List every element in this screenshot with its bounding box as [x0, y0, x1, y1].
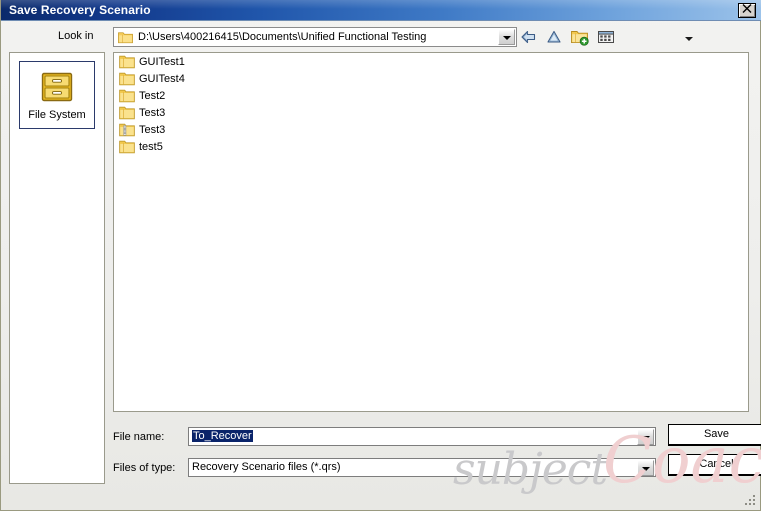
sidebar-item-label: File System [28, 109, 86, 121]
files-of-type-select[interactable]: Recovery Scenario files (*.qrs) [188, 458, 656, 477]
file-list-item-label: Test2 [139, 89, 166, 102]
file-list-item-label: Test3 [139, 106, 166, 119]
close-glyph [742, 4, 752, 13]
screenshot-root: Save Recovery Scenario Look in D:\Users\… [0, 0, 761, 511]
view-list-glyph [598, 31, 614, 43]
back-icon[interactable] [519, 28, 539, 46]
file-list-item[interactable]: Test3 [114, 121, 748, 138]
window-title: Save Recovery Scenario [9, 3, 151, 17]
new-folder-glyph [571, 31, 589, 46]
file-list-item-label: GUITest1 [139, 55, 185, 68]
file-name-value: To_Recover [192, 430, 253, 442]
zipper [123, 125, 127, 136]
folder-icon [119, 55, 135, 69]
folder-icon [119, 89, 135, 103]
file-list[interactable]: GUITest1 GUITest4 Test2 Test3 Test3 test5 [113, 52, 749, 412]
new-folder-icon[interactable] [570, 28, 590, 46]
view-menu-icon[interactable] [596, 28, 693, 46]
file-name-label: File name: [113, 431, 165, 443]
plus-badge [579, 36, 589, 46]
resize-grip-icon[interactable] [743, 493, 756, 506]
view-menu-caret-icon[interactable] [685, 37, 693, 41]
save-button[interactable]: Save [668, 424, 761, 446]
look-in-label: Look in [58, 30, 94, 42]
file-list-item[interactable]: GUITest4 [114, 70, 748, 87]
file-name-dropdown-icon[interactable] [637, 429, 654, 445]
file-list-item-label: test5 [139, 140, 163, 153]
up-arrow-glyph [547, 30, 561, 43]
folder-icon [119, 72, 135, 86]
zipped-folder-icon [119, 123, 135, 137]
look-in-path: D:\Users\400216415\Documents\Unified Fun… [138, 31, 427, 43]
file-list-item[interactable]: Test2 [114, 87, 748, 104]
save-recovery-scenario-dialog: Save Recovery Scenario Look in D:\Users\… [0, 0, 761, 511]
file-list-rows: GUITest1 GUITest4 Test2 Test3 Test3 test5 [114, 53, 748, 155]
sidebar-item-file-system[interactable]: File System [19, 61, 95, 129]
file-list-item[interactable]: GUITest1 [114, 53, 748, 70]
file-dialog-toolbar [519, 27, 693, 47]
up-one-level-icon[interactable] [544, 28, 564, 46]
file-list-item-label: Test3 [139, 123, 166, 136]
back-glyph [521, 30, 536, 44]
files-of-type-value: Recovery Scenario files (*.qrs) [192, 461, 341, 473]
folder-icon [119, 106, 135, 120]
close-icon[interactable] [738, 3, 756, 18]
folder-icon [118, 32, 133, 44]
file-list-item[interactable]: Test3 [114, 104, 748, 121]
file-name-input[interactable]: To_Recover [188, 427, 656, 446]
places-bar: File System [9, 52, 105, 484]
chevron-down-icon[interactable] [498, 29, 515, 45]
files-of-type-dropdown-icon[interactable] [637, 460, 654, 476]
files-of-type-label: Files of type: [113, 462, 176, 474]
cancel-button[interactable]: Cancel [668, 454, 761, 476]
file-list-item-label: GUITest4 [139, 72, 185, 85]
file-list-item[interactable]: test5 [114, 138, 748, 155]
look-in-combobox[interactable]: D:\Users\400216415\Documents\Unified Fun… [113, 27, 517, 47]
file-cabinet-icon [41, 72, 73, 102]
folder-icon [119, 140, 135, 154]
title-bar[interactable]: Save Recovery Scenario [1, 0, 761, 21]
